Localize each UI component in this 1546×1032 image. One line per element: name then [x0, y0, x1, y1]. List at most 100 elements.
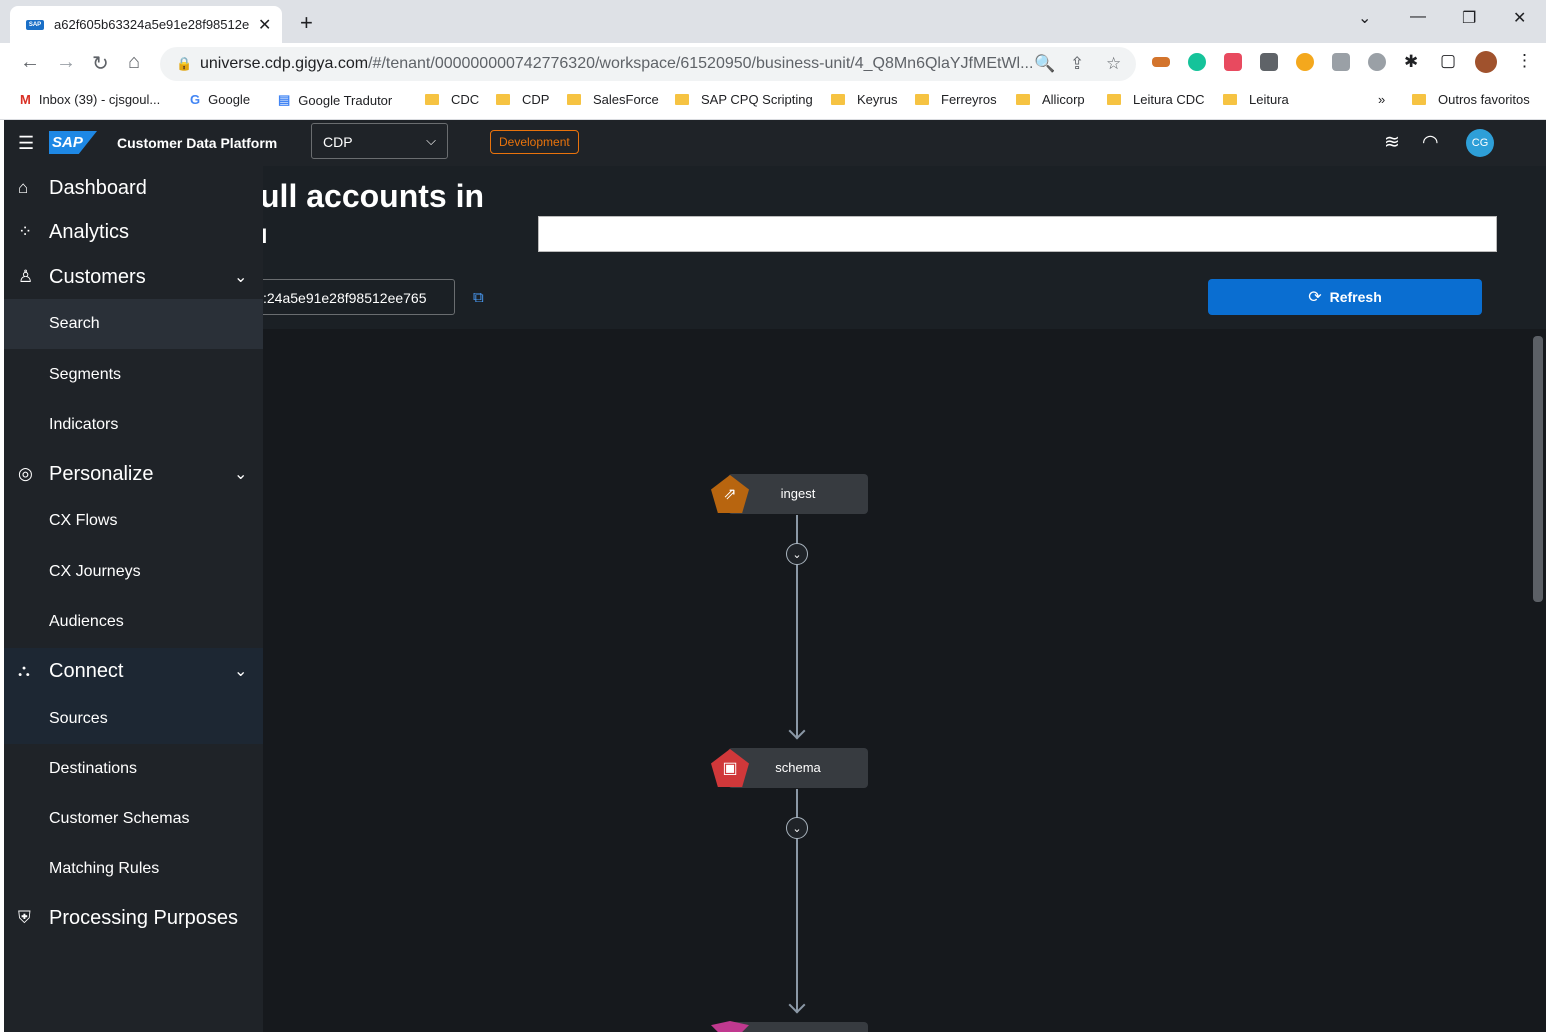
nav-sources[interactable]: Sources	[4, 694, 263, 744]
node-label: ingest	[780, 486, 816, 501]
forward-icon[interactable]: →	[56, 51, 76, 74]
expand-connector-icon[interactable]: ⌄	[786, 543, 808, 565]
chevron-down-icon: ⌵	[426, 133, 436, 148]
restore-icon[interactable]: ❐	[1462, 8, 1476, 28]
nav-dashboard[interactable]: ⌂ Dashboard	[4, 166, 263, 210]
id-field[interactable]: :24a5e91e28f98512ee765	[248, 279, 455, 315]
nav-label: Dashboard	[49, 176, 147, 199]
nav-connect[interactable]: ⛬ Connect ⌄	[4, 648, 263, 694]
address-bar[interactable]: 🔒 universe.cdp.gigya.com/#/tenant/000000…	[160, 47, 1136, 81]
shell-bar: ☰ SAP Customer Data Platform CDP ⌵ Devel…	[4, 120, 1546, 166]
sap-favicon-icon: SAP	[26, 19, 44, 30]
shield-icon: ⛨	[18, 908, 31, 927]
nav-customer-schemas[interactable]: Customer Schemas	[4, 794, 263, 844]
nav-destinations[interactable]: Destinations	[4, 744, 263, 794]
bookmark-folder-allicorp[interactable]: Allicorp	[1016, 92, 1085, 107]
extension-icon[interactable]	[1224, 53, 1242, 71]
nav-customers[interactable]: ♙ Customers ⌄	[4, 255, 263, 299]
bookmark-folder-cdp[interactable]: CDP	[496, 92, 549, 107]
vertical-scrollbar[interactable]	[1533, 336, 1543, 602]
bookmark-other-favorites[interactable]: Outros favoritos	[1412, 92, 1530, 107]
nav-cx-journeys[interactable]: CX Journeys	[4, 547, 263, 597]
profile-avatar[interactable]	[1475, 51, 1497, 73]
nav-label: Personalize	[49, 462, 154, 485]
hamburger-menu-icon[interactable]: ☰	[18, 133, 34, 154]
bookmark-gmail[interactable]: M Inbox (39) - cjsgoul...	[20, 92, 160, 107]
nav-processing-purposes[interactable]: ⛨ Processing Purposes	[4, 896, 263, 940]
chevron-down-icon: ⌄	[234, 663, 248, 680]
app-root: ☰ SAP Customer Data Platform CDP ⌵ Devel…	[4, 120, 1546, 1032]
nav-label: CX Journeys	[49, 563, 141, 580]
bookmark-folder-leitura[interactable]: Leitura	[1223, 92, 1289, 107]
arrow-down-icon	[788, 722, 806, 740]
refresh-icon: ⟳	[1308, 289, 1322, 306]
extension-icon[interactable]	[1296, 53, 1314, 71]
zoom-icon[interactable]: 🔍	[1034, 54, 1055, 74]
folder-icon	[915, 94, 929, 105]
page-title: ull accounts in	[260, 178, 485, 214]
home-icon[interactable]: ⌂	[128, 51, 140, 74]
bookmark-folder-cdc[interactable]: CDC	[425, 92, 479, 107]
side-panel-icon[interactable]: ▢	[1440, 51, 1456, 71]
minimize-icon[interactable]: —	[1410, 8, 1426, 26]
bookmark-star-icon[interactable]: ☆	[1106, 54, 1121, 74]
folder-icon	[1107, 94, 1121, 105]
headset-support-icon[interactable]: ◠	[1422, 131, 1439, 154]
nav-matching-rules[interactable]: Matching Rules	[4, 844, 263, 894]
extension-icon[interactable]	[1260, 53, 1278, 71]
bookmark-google[interactable]: G Google	[190, 92, 250, 107]
folder-icon	[831, 94, 845, 105]
share-icon[interactable]: ⇪	[1070, 54, 1084, 74]
expand-connector-icon[interactable]: ⌄	[786, 817, 808, 839]
workspace-select[interactable]: CDP ⌵	[311, 123, 448, 159]
nav-search[interactable]: Search	[4, 299, 263, 349]
menu-kebab-icon[interactable]: ⋮	[1516, 51, 1533, 71]
xml-extension-icon[interactable]	[1152, 57, 1170, 67]
reload-icon[interactable]: ↻	[92, 51, 109, 76]
bookmark-folder-salesforce[interactable]: SalesForce	[567, 92, 659, 107]
bookmark-folder-ferreyros[interactable]: Ferreyros	[915, 92, 997, 107]
folder-icon	[675, 94, 689, 105]
flow-node-ingest[interactable]: ingest	[728, 474, 868, 514]
analytics-icon: ⁘	[18, 222, 33, 241]
node-label: schema	[775, 760, 821, 775]
connect-icon: ⛬	[18, 661, 30, 680]
close-tab-icon[interactable]: ✕	[258, 15, 271, 35]
lock-icon: 🔒	[176, 56, 193, 71]
nav-indicators[interactable]: Indicators	[4, 400, 263, 450]
chevron-down-icon: ⌄	[234, 466, 248, 483]
side-navigation: ⌂ Dashboard ⁘ Analytics ♙ Customers ⌄ Se…	[4, 166, 263, 1032]
flow-node-schema[interactable]: schema	[728, 748, 868, 788]
home-icon: ⌂	[18, 178, 29, 197]
layers-icon[interactable]: ≋	[1384, 131, 1400, 154]
grammarly-extension-icon[interactable]	[1188, 53, 1206, 71]
tab-search-icon[interactable]: ⌄	[1358, 8, 1371, 28]
bookmark-folder-keyrus[interactable]: Keyrus	[831, 92, 897, 107]
browser-tab[interactable]: SAP a62f605b63324a5e91e28f98512e ✕	[10, 6, 282, 43]
bookmark-folder-leitura-cdc[interactable]: Leitura CDC	[1107, 92, 1205, 107]
refresh-button[interactable]: ⟳ Refresh	[1208, 279, 1482, 315]
back-icon[interactable]: ←	[20, 51, 40, 74]
nav-analytics[interactable]: ⁘ Analytics	[4, 210, 263, 254]
nav-audiences[interactable]: Audiences	[4, 597, 263, 647]
nav-label: Processing Purposes	[49, 906, 238, 929]
workspace-value: CDP	[323, 134, 353, 150]
bookmark-folder-sap-cpq[interactable]: SAP CPQ Scripting	[675, 92, 813, 107]
name-input[interactable]	[538, 216, 1497, 252]
nav-personalize[interactable]: ◎ Personalize ⌄	[4, 452, 263, 496]
user-avatar[interactable]: CG	[1466, 129, 1494, 157]
close-window-icon[interactable]: ✕	[1513, 8, 1526, 28]
nav-label: Sources	[49, 710, 108, 727]
flow-node-partial[interactable]	[728, 1022, 868, 1032]
new-tab-icon[interactable]: +	[300, 10, 313, 36]
nav-label: Analytics	[49, 220, 130, 243]
copy-icon[interactable]: ⧉	[473, 289, 484, 306]
person-icon: ♙	[18, 267, 34, 286]
bookmark-translate[interactable]: ▤ Google Tradutor	[278, 92, 392, 108]
extensions-puzzle-icon[interactable]: ✱	[1404, 52, 1418, 72]
nav-segments[interactable]: Segments	[4, 350, 263, 400]
nav-cx-flows[interactable]: CX Flows	[4, 496, 263, 546]
extension-icon[interactable]	[1332, 53, 1350, 71]
extension-icon[interactable]	[1368, 53, 1386, 71]
bookmarks-overflow-button[interactable]: »	[1378, 92, 1385, 107]
